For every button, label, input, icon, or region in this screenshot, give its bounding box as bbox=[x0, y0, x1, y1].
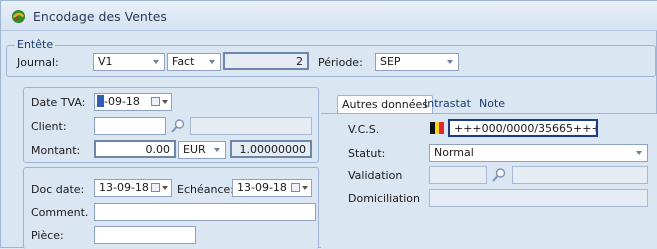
currency-combo[interactable]: EUR bbox=[178, 141, 226, 159]
doc-date-field[interactable]: 13-09-18 bbox=[94, 179, 172, 197]
montant-field[interactable]: 0.00 bbox=[94, 140, 176, 158]
domiciliation-label: Domiciliation bbox=[348, 192, 420, 205]
rate-field: 1.00000000 bbox=[230, 140, 312, 158]
statut-combo[interactable]: Normal bbox=[429, 144, 648, 162]
tab-note[interactable]: Note bbox=[475, 95, 509, 113]
journal-combo[interactable]: V1 bbox=[93, 53, 165, 71]
statut-value: Normal bbox=[434, 146, 474, 159]
client-name-field bbox=[190, 117, 312, 135]
montant-value: 0.00 bbox=[145, 143, 171, 156]
comment-label: Comment. bbox=[31, 206, 89, 219]
tab-intrastat-label: Intrastat bbox=[424, 97, 471, 110]
periode-value: SEP bbox=[380, 55, 401, 68]
piece-field[interactable] bbox=[94, 226, 196, 244]
periode-label: Période: bbox=[318, 56, 363, 69]
piece-label: Pièce: bbox=[31, 229, 64, 242]
statut-label: Statut: bbox=[348, 147, 386, 160]
vcs-value: +++000/0000/35665+++ bbox=[454, 122, 598, 135]
validation-name-field bbox=[512, 166, 648, 184]
search-icon[interactable] bbox=[170, 118, 186, 134]
type-combo[interactable]: Fact bbox=[167, 53, 221, 71]
date-tva-value: -09-18 bbox=[104, 95, 140, 108]
doc-date-label: Doc date: bbox=[31, 183, 85, 196]
doc-date-value: 13-09-18 bbox=[99, 181, 149, 194]
date-tva-field[interactable]: -09-18 bbox=[94, 93, 172, 111]
domiciliation-field bbox=[429, 189, 648, 207]
entete-group: Entête Journal: V1 Fact 2 Période: SEP bbox=[6, 38, 656, 77]
client-code-field[interactable] bbox=[94, 117, 166, 135]
tab-autres-donnees-label: Autres données bbox=[342, 98, 429, 111]
periode-combo[interactable]: SEP bbox=[375, 53, 459, 71]
echeance-field[interactable]: 13-09-18 bbox=[232, 179, 312, 197]
sales-entry-window: Encodage des Ventes Entête Journal: V1 F… bbox=[0, 0, 657, 249]
belgium-flag-icon bbox=[430, 122, 445, 134]
chevron-down-icon[interactable] bbox=[214, 148, 220, 152]
tab-note-label: Note bbox=[479, 97, 506, 110]
title-bar: Encodage des Ventes bbox=[1, 1, 657, 31]
tab-intrastat[interactable]: Intrastat bbox=[420, 95, 475, 113]
number-field[interactable]: 2 bbox=[223, 52, 309, 70]
calendar-icon[interactable] bbox=[150, 181, 168, 195]
comment-field[interactable] bbox=[94, 203, 316, 221]
validation-code-field bbox=[429, 166, 487, 184]
chevron-down-icon[interactable] bbox=[447, 60, 453, 64]
tva-client-group: Date TVA: -09-18 Client: Montant: 0.00 E… bbox=[23, 87, 319, 163]
currency-value: EUR bbox=[183, 143, 206, 156]
journal-value: V1 bbox=[98, 55, 113, 68]
echeance-label: Echéance: bbox=[177, 183, 234, 196]
chevron-down-icon[interactable] bbox=[209, 60, 215, 64]
entete-legend: Entête bbox=[15, 38, 56, 51]
tab-autres-donnees[interactable]: Autres données bbox=[337, 95, 434, 113]
tabs-area: Autres données Intrastat Note V.C.S. +++… bbox=[319, 87, 657, 249]
calendar-icon[interactable] bbox=[290, 181, 308, 195]
montant-label: Montant: bbox=[31, 144, 81, 157]
doc-date-group: Doc date: 13-09-18 Echéance: 13-09-18 Co… bbox=[23, 167, 319, 249]
search-icon[interactable] bbox=[491, 167, 507, 183]
vcs-field[interactable]: +++000/0000/35665+++ bbox=[448, 119, 598, 137]
type-value: Fact bbox=[172, 55, 195, 68]
vcs-label: V.C.S. bbox=[348, 123, 380, 136]
number-value: 2 bbox=[296, 55, 303, 68]
chevron-down-icon[interactable] bbox=[153, 60, 159, 64]
app-logo-icon bbox=[11, 9, 26, 24]
autres-donnees-panel: V.C.S. +++000/0000/35665+++ Statut: Norm… bbox=[321, 113, 657, 249]
window-title: Encodage des Ventes bbox=[33, 9, 167, 24]
client-label: Client: bbox=[31, 120, 67, 133]
calendar-icon[interactable] bbox=[150, 95, 168, 109]
rate-value: 1.00000000 bbox=[239, 143, 306, 156]
cursor-selection bbox=[97, 95, 104, 107]
validation-label: Validation bbox=[348, 169, 403, 182]
echeance-value: 13-09-18 bbox=[237, 181, 287, 194]
chevron-down-icon[interactable] bbox=[636, 151, 642, 155]
journal-label: Journal: bbox=[17, 56, 59, 69]
date-tva-label: Date TVA: bbox=[31, 96, 86, 109]
